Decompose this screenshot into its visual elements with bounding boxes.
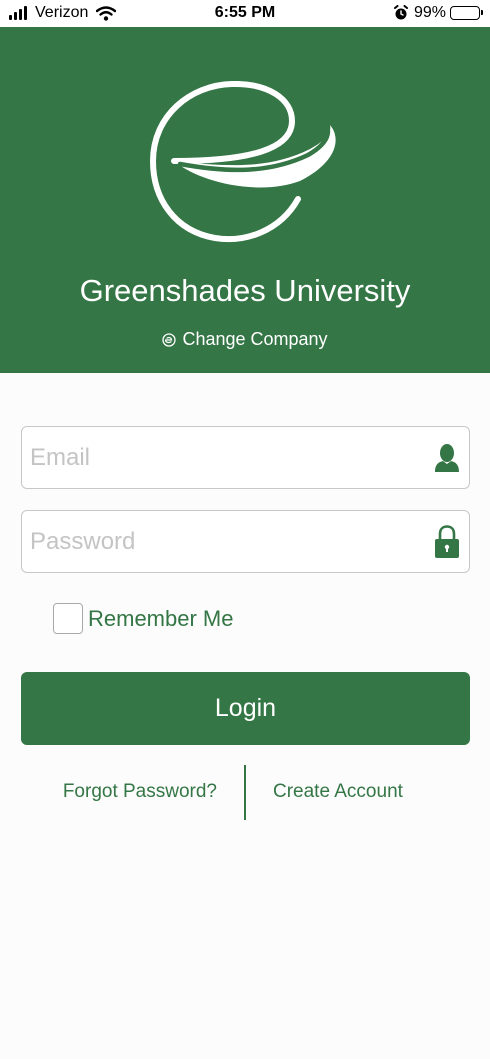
password-field[interactable] <box>21 510 470 573</box>
links-divider <box>244 765 246 820</box>
battery-icon <box>450 6 483 20</box>
account-links: Forgot Password? Create Account <box>0 765 490 820</box>
password-input[interactable] <box>30 511 430 572</box>
forgot-password-link[interactable]: Forgot Password? <box>63 781 217 803</box>
email-input[interactable] <box>30 427 430 488</box>
app-title: Greenshades University <box>79 273 411 308</box>
change-company-link[interactable]: Change Company <box>0 329 490 350</box>
remember-me-checkbox[interactable] <box>53 603 83 634</box>
login-button[interactable]: Login <box>21 672 470 745</box>
battery-percent: 99% <box>413 4 446 21</box>
status-right: 99% <box>393 4 483 22</box>
email-field[interactable] <box>21 426 470 489</box>
remember-me-label[interactable]: Remember Me <box>88 606 233 632</box>
create-account-link[interactable]: Create Account <box>273 781 403 803</box>
remember-me[interactable]: Remember Me <box>53 603 233 634</box>
change-company-icon <box>162 332 177 347</box>
lock-icon <box>435 525 459 558</box>
change-company-label: Change Company <box>182 329 328 349</box>
alarm-icon <box>393 5 408 20</box>
status-bar: Verizon 6:55 PM 99% <box>0 0 490 27</box>
header-banner: Greenshades University Change Company <box>0 27 490 373</box>
user-icon <box>435 444 459 472</box>
greenshades-logo-icon <box>150 81 336 243</box>
